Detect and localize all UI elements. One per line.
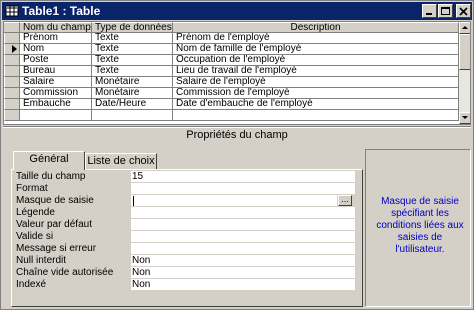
scroll-down-button[interactable] — [459, 112, 470, 124]
minimize-button[interactable] — [422, 4, 437, 18]
scroll-thumb[interactable] — [459, 34, 470, 70]
row-selector[interactable] — [4, 99, 20, 110]
help-panel: Masque de saisie spécifiant les conditio… — [365, 149, 471, 307]
table-icon — [5, 4, 19, 18]
data-type-cell[interactable] — [92, 110, 173, 121]
description-cell[interactable]: Date d'embauche de l'employé — [173, 99, 459, 110]
table-row[interactable] — [4, 110, 459, 121]
field-name-cell[interactable]: Poste — [20, 55, 92, 66]
description-cell[interactable]: Salaire de l'employé — [173, 77, 459, 88]
arrow-down-icon — [462, 116, 468, 119]
column-header-description[interactable]: Description — [173, 22, 459, 33]
data-type-cell[interactable]: Texte — [92, 55, 173, 66]
row-selector[interactable] — [4, 110, 20, 121]
description-cell[interactable]: Lieu de travail de l'employé — [173, 66, 459, 77]
row-selector[interactable] — [4, 55, 20, 66]
row-selector[interactable] — [4, 44, 20, 55]
property-label: Masque de saisie — [16, 195, 94, 206]
table-row[interactable]: Embauche Date/Heure Date d'embauche de l… — [4, 99, 459, 110]
data-type-cell[interactable]: Texte — [92, 66, 173, 77]
allow-zero-length-input[interactable]: Non — [131, 267, 355, 278]
field-name-cell[interactable]: Prénom — [20, 33, 92, 44]
row-selector[interactable] — [4, 66, 20, 77]
description-cell[interactable]: Commission de l'employé — [173, 88, 459, 99]
property-label: Format — [16, 183, 48, 194]
column-header-data-type[interactable]: Type de données — [92, 22, 173, 33]
field-name-cell[interactable]: Commission — [20, 88, 92, 99]
header-corner[interactable] — [4, 22, 20, 33]
scroll-up-button[interactable] — [459, 22, 470, 34]
caption-input[interactable] — [131, 207, 355, 218]
vertical-scrollbar[interactable] — [459, 22, 470, 124]
current-row-arrow-icon — [12, 45, 17, 53]
title-bar[interactable]: Table1 : Table — [2, 2, 472, 20]
row-selector[interactable] — [4, 33, 20, 44]
format-input[interactable] — [131, 183, 355, 194]
property-label: Chaîne vide autorisée — [16, 267, 114, 278]
table-row[interactable]: Bureau Texte Lieu de travail de l'employ… — [4, 66, 459, 77]
data-type-cell[interactable]: Monétaire — [92, 88, 173, 99]
window-title: Table1 : Table — [22, 4, 101, 18]
field-grid: Nom du champ Type de données Description… — [3, 21, 471, 125]
table-row[interactable]: Prénom Texte Prénom de l'employé — [4, 33, 459, 44]
input-mask-input[interactable] — [131, 195, 337, 206]
indexed-input[interactable]: Non — [131, 279, 355, 290]
table-row[interactable]: Poste Texte Occupation de l'employé — [4, 55, 459, 66]
properties-title: Propriétés du champ — [186, 129, 288, 141]
help-text: Masque de saisie spécifiant les conditio… — [376, 196, 464, 255]
property-label: Légende — [16, 207, 55, 218]
description-cell[interactable]: Prénom de l'employé — [173, 33, 459, 44]
field-name-cell[interactable]: Nom — [20, 44, 92, 55]
description-cell[interactable]: Nom de famille de l'employé — [173, 44, 459, 55]
table-row[interactable]: Nom Texte Nom de famille de l'employé — [4, 44, 459, 55]
field-name-cell[interactable]: Embauche — [20, 99, 92, 110]
tab-lookup[interactable]: Liste de choix — [85, 153, 157, 170]
validation-text-input[interactable] — [131, 243, 355, 254]
validation-rule-input[interactable] — [131, 231, 355, 242]
column-header-field-name[interactable]: Nom du champ — [20, 22, 92, 33]
default-value-input[interactable] — [131, 219, 355, 230]
maximize-button[interactable] — [438, 4, 453, 18]
row-selector[interactable] — [4, 77, 20, 88]
table-row[interactable]: Salaire Monétaire Salaire de l'employé — [4, 77, 459, 88]
data-type-cell[interactable]: Texte — [92, 33, 173, 44]
grid-header: Nom du champ Type de données Description — [4, 22, 459, 33]
property-label: Valeur par défaut — [16, 219, 92, 230]
table-row[interactable]: Commission Monétaire Commission de l'emp… — [4, 88, 459, 99]
field-name-cell[interactable]: Salaire — [20, 77, 92, 88]
property-label: Taille du champ — [16, 171, 86, 182]
data-type-cell[interactable]: Texte — [92, 44, 173, 55]
property-label: Valide si — [16, 231, 54, 242]
arrow-up-icon — [462, 26, 468, 29]
input-mask-builder-button[interactable]: ... — [338, 195, 352, 206]
property-label: Indexé — [16, 279, 47, 290]
description-cell[interactable]: Occupation de l'employé — [173, 55, 459, 66]
field-size-input[interactable]: 15 — [131, 171, 355, 182]
required-input[interactable]: Non — [131, 255, 355, 266]
field-name-cell[interactable]: Bureau — [20, 66, 92, 77]
tab-general[interactable]: Général — [13, 151, 85, 170]
property-label: Message si erreur — [16, 243, 97, 254]
property-label: Null interdit — [16, 255, 67, 266]
row-selector[interactable] — [4, 88, 20, 99]
close-button[interactable] — [456, 4, 471, 18]
text-caret — [133, 196, 134, 206]
field-name-cell[interactable] — [20, 110, 92, 121]
table-design-window: Table1 : Table Nom du champ Type de donn… — [0, 0, 474, 310]
data-type-cell[interactable]: Monétaire — [92, 77, 173, 88]
description-cell[interactable] — [173, 110, 459, 121]
data-type-cell[interactable]: Date/Heure — [92, 99, 173, 110]
